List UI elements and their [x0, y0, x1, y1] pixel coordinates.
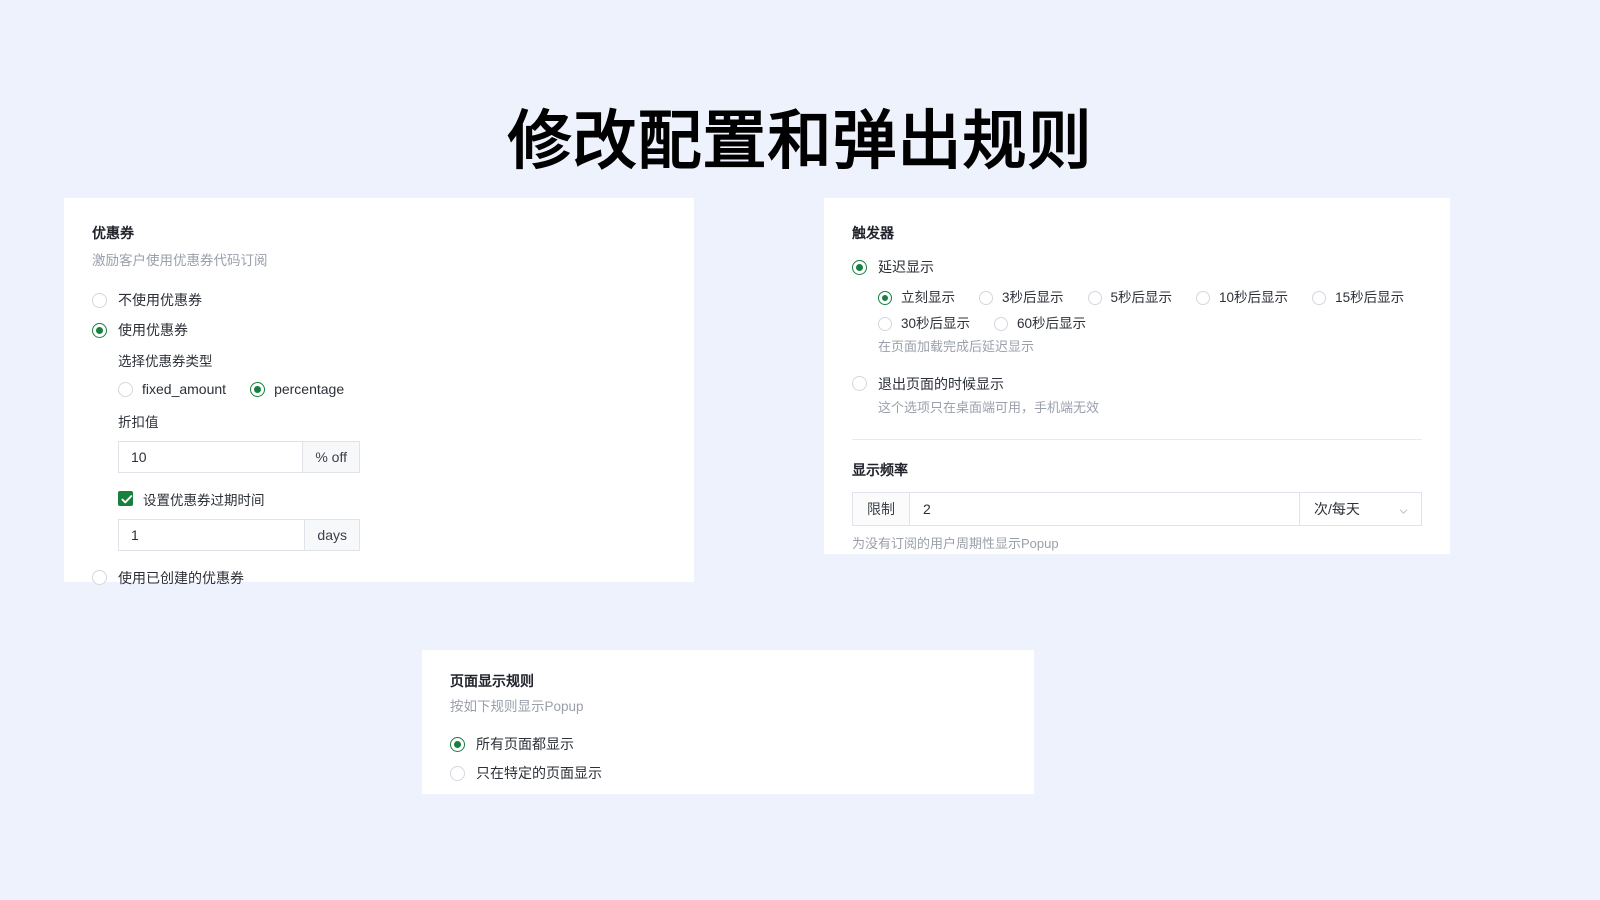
trigger-divider [852, 439, 1422, 441]
frequency-hint: 为没有订阅的用户周期性显示Popup [852, 536, 1059, 552]
chevron-down-icon [1398, 504, 1409, 515]
radio-no-coupon-indicator[interactable] [92, 292, 107, 308]
radio-no-coupon[interactable]: 不使用优惠券 [92, 291, 666, 309]
radio-delay-15s[interactable]: 15秒后显示 [1312, 289, 1404, 307]
radio-delay-10s[interactable]: 10秒后显示 [1196, 289, 1288, 307]
radio-existing-coupon-indicator[interactable] [92, 570, 107, 586]
frequency-unit-select[interactable]: 次/每天 [1299, 493, 1421, 526]
radio-use-coupon-indicator[interactable] [92, 322, 107, 338]
coupon-card-body: 优惠券 激励客户使用优惠券代码订阅 不使用优惠券 使用优惠券 选择优惠券类型 f… [64, 198, 694, 587]
radio-all-pages[interactable]: 所有页面都显示 [450, 735, 1006, 753]
radio-delay-0s[interactable]: 立刻显示 [878, 289, 955, 307]
radio-delay-show-label: 延迟显示 [878, 259, 934, 276]
radio-delay-15s-label: 15秒后显示 [1335, 290, 1405, 306]
radio-fixed-amount-indicator[interactable] [118, 381, 133, 397]
radio-delay-30s-indicator[interactable] [878, 316, 892, 331]
frequency-input-group[interactable]: 限制 2 次/每天 [852, 492, 1422, 527]
frequency-section-title: 显示频率 [852, 462, 908, 479]
radio-specific-pages[interactable]: 只在特定的页面显示 [450, 764, 1006, 782]
expiry-checkbox-label: 设置优惠券过期时间 [143, 492, 265, 508]
radio-no-coupon-label: 不使用优惠券 [118, 292, 202, 309]
page-rules-card-body: 页面显示规则 按如下规则显示Popup 所有页面都显示 只在特定的页面显示 [422, 650, 1034, 782]
radio-delay-5s-indicator[interactable] [1087, 291, 1102, 306]
radio-delay-show[interactable]: 延迟显示 [852, 258, 1422, 276]
radio-percentage[interactable]: percentage [250, 380, 344, 398]
check-icon[interactable] [118, 491, 133, 507]
discount-value-input-group[interactable]: 10 % off [118, 440, 360, 473]
discount-value-label: 折扣值 [118, 415, 159, 431]
radio-all-pages-indicator[interactable] [450, 736, 465, 752]
radio-delay-3s-indicator[interactable] [979, 291, 993, 306]
radio-delay-0s-indicator[interactable] [878, 291, 892, 306]
radio-delay-60s-indicator[interactable] [994, 316, 1009, 331]
radio-delay-30s[interactable]: 30秒后显示 [878, 315, 970, 333]
coupon-card: 优惠券 激励客户使用优惠券代码订阅 不使用优惠券 使用优惠券 选择优惠券类型 f… [64, 198, 694, 586]
delay-choice-row-1: 立刻显示 3秒后显示 5秒后显示 10秒后显示 15秒后显示 [878, 289, 1422, 307]
coupon-type-radio-group: fixed_amount percentage [118, 380, 666, 398]
page-rules-subtitle: 按如下规则显示Popup [450, 699, 584, 715]
coupon-card-subtitle: 激励客户使用优惠券代码订阅 [92, 253, 268, 269]
radio-use-coupon[interactable]: 使用优惠券 [92, 321, 666, 339]
radio-specific-pages-label: 只在特定的页面显示 [476, 765, 602, 782]
radio-exit-intent[interactable]: 退出页面的时候显示 [852, 375, 1422, 393]
expiry-days-input-group[interactable]: 1 days [118, 518, 360, 551]
expiry-days-input[interactable]: 1 [119, 519, 305, 550]
radio-delay-3s[interactable]: 3秒后显示 [979, 289, 1064, 307]
radio-existing-coupon[interactable]: 使用已创建的优惠券 [92, 569, 666, 587]
frequency-unit-value: 次/每天 [1314, 501, 1360, 518]
radio-delay-60s[interactable]: 60秒后显示 [994, 315, 1086, 333]
radio-use-coupon-label: 使用优惠券 [118, 322, 188, 339]
radio-delay-5s-label: 5秒后显示 [1110, 290, 1173, 306]
expiry-checkbox-row[interactable]: 设置优惠券过期时间 [118, 489, 666, 509]
delay-hint: 在页面加载完成后延迟显示 [878, 339, 1035, 355]
radio-delay-30s-label: 30秒后显示 [901, 315, 971, 331]
radio-delay-0s-label: 立刻显示 [901, 290, 955, 306]
radio-percentage-label: percentage [274, 381, 345, 397]
discount-value-input[interactable]: 10 [119, 441, 303, 472]
radio-exit-intent-indicator[interactable] [852, 376, 867, 392]
trigger-card-title: 触发器 [852, 225, 894, 241]
radio-existing-coupon-label: 使用已创建的优惠券 [118, 569, 244, 586]
trigger-card-body: 触发器 延迟显示 立刻显示 3秒后显示 5秒后显示 10秒后显示 15秒后显示 … [824, 198, 1450, 553]
radio-delay-10s-label: 10秒后显示 [1219, 290, 1289, 306]
coupon-card-title: 优惠券 [92, 225, 134, 241]
frequency-prefix-label: 限制 [853, 493, 910, 526]
radio-delay-5s[interactable]: 5秒后显示 [1087, 289, 1173, 307]
exit-intent-hint: 这个选项只在桌面端可用，手机端无效 [878, 399, 1100, 415]
frequency-input[interactable]: 2 [910, 493, 1299, 525]
radio-delay-15s-indicator[interactable] [1312, 291, 1327, 306]
app-root: 修改配置和弹出规则 优惠券 激励客户使用优惠券代码订阅 不使用优惠券 使用优惠券… [0, 0, 1600, 900]
page-rules-card: 页面显示规则 按如下规则显示Popup 所有页面都显示 只在特定的页面显示 [422, 650, 1034, 794]
coupon-detail-group: 选择优惠券类型 fixed_amount percentage 折扣值 10 %… [118, 353, 666, 551]
page-title: 修改配置和弹出规则 [507, 104, 1093, 177]
trigger-card: 触发器 延迟显示 立刻显示 3秒后显示 5秒后显示 10秒后显示 15秒后显示 … [824, 198, 1450, 554]
radio-delay-3s-label: 3秒后显示 [1002, 290, 1064, 306]
expiry-days-suffix: days [304, 519, 359, 550]
coupon-type-label: 选择优惠券类型 [118, 354, 213, 370]
discount-value-suffix: % off [302, 441, 359, 472]
radio-percentage-indicator[interactable] [250, 381, 266, 397]
delay-choice-row-2: 30秒后显示 60秒后显示 [878, 315, 1422, 333]
radio-fixed-amount-label: fixed_amount [142, 381, 227, 397]
radio-delay-10s-indicator[interactable] [1196, 291, 1211, 306]
radio-delay-show-indicator[interactable] [852, 259, 867, 275]
radio-exit-intent-label: 退出页面的时候显示 [878, 375, 1004, 392]
page-rules-title: 页面显示规则 [450, 673, 534, 689]
radio-fixed-amount[interactable]: fixed_amount [118, 380, 226, 398]
radio-delay-60s-label: 60秒后显示 [1017, 315, 1087, 331]
delay-choice-group: 立刻显示 3秒后显示 5秒后显示 10秒后显示 15秒后显示 30秒后显示 60… [878, 289, 1422, 332]
radio-all-pages-label: 所有页面都显示 [476, 736, 574, 753]
radio-specific-pages-indicator[interactable] [450, 765, 465, 781]
